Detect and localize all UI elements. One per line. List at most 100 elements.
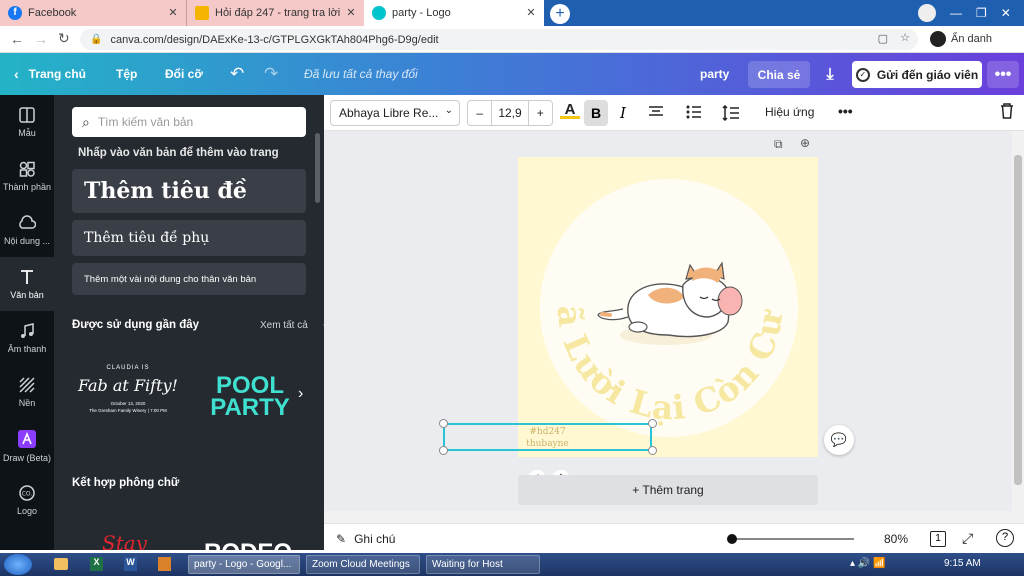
see-all-link[interactable]: Xem tất cả <box>260 320 308 331</box>
resize-handle[interactable] <box>439 446 448 455</box>
rail-item-text[interactable]: Văn bản <box>0 257 54 311</box>
rail-item-audio[interactable]: Âm thanh <box>0 311 54 365</box>
recent-text-fab-at-fifty[interactable]: CLAUDIA IS Fab at Fifty! October 13, 202… <box>72 357 184 437</box>
text-search-input[interactable]: ⌕ Tìm kiếm văn bản <box>72 107 306 137</box>
taskbar-item-zoom[interactable]: Zoom Cloud Meetings <box>306 555 420 574</box>
zoom-slider-thumb[interactable] <box>727 534 737 544</box>
chevron-down-icon: ⌄ <box>444 105 453 116</box>
tab-facebook[interactable]: f Facebook ✕ <box>0 0 186 26</box>
add-heading-button[interactable]: Thêm tiêu đề <box>72 169 306 213</box>
profile-icon[interactable] <box>918 4 936 22</box>
taskbar-item-chrome[interactable]: party - Logo - Googl... <box>188 555 300 574</box>
rail-item-background[interactable]: Nền <box>0 365 54 419</box>
more-options-icon[interactable]: ••• <box>838 103 853 119</box>
increase-size-button[interactable]: + <box>529 106 552 120</box>
redo-icon[interactable]: ↷ <box>264 53 278 95</box>
vertical-scrollbar[interactable] <box>1012 131 1024 523</box>
resize-handle[interactable] <box>439 419 448 428</box>
font-combo-stay[interactable]: Stay <box>102 531 147 550</box>
recent-text-pool-party[interactable]: POOL PARTY <box>194 374 306 421</box>
align-center-icon[interactable] <box>648 105 664 119</box>
comment-icon[interactable]: 💬 <box>824 425 854 455</box>
text-color-button[interactable]: A <box>560 101 580 125</box>
zoom-level[interactable]: 80% <box>884 532 908 546</box>
font-size-value[interactable]: 12,9 <box>491 101 529 125</box>
design-name[interactable]: party <box>700 53 729 95</box>
tab-hoidap247[interactable]: Hỏi đáp 247 - trang tra lời ✕ <box>186 0 364 26</box>
rail-item-logo[interactable]: CO. Logo <box>0 473 54 527</box>
panel-scrollbar[interactable] <box>315 133 320 203</box>
explorer-icon[interactable] <box>54 558 68 570</box>
download-icon[interactable]: ⤓ <box>815 61 845 88</box>
close-window-icon[interactable]: ✕ <box>1001 6 1011 20</box>
effects-button[interactable]: Hiệu ứng <box>765 105 814 119</box>
design-page[interactable]: Đã Lười Lại Còn Cười <box>518 157 818 457</box>
add-page-icon[interactable]: ⊕ <box>800 136 810 150</box>
close-icon[interactable]: ✕ <box>344 6 358 20</box>
list-icon[interactable] <box>686 105 702 119</box>
new-tab-button[interactable]: + <box>550 4 570 24</box>
font-family-select[interactable]: Abhaya Libre Re... ⌄ <box>330 100 460 126</box>
resize-handle[interactable] <box>648 419 657 428</box>
close-icon[interactable]: ✕ <box>166 6 180 20</box>
zoom-slider[interactable] <box>727 534 854 544</box>
word-icon[interactable]: W <box>124 557 137 571</box>
save-status: Đã lưu tất cả thay đổi <box>304 67 418 81</box>
italic-button[interactable]: I <box>612 100 634 126</box>
home-button[interactable]: ‹ Trang chủ <box>14 53 86 95</box>
reader-icon[interactable]: ▢ <box>878 32 888 45</box>
restore-icon[interactable]: ❐ <box>976 6 987 20</box>
horizontal-scrollbar[interactable] <box>324 511 1012 523</box>
clock[interactable]: 9:15 AM <box>944 558 981 569</box>
recent-2-line2: PARTY <box>210 394 290 421</box>
rail-item-uploads[interactable]: Nội dung ... <box>0 203 54 257</box>
url-field[interactable]: 🔒 canva.com/design/DAExKe-13-c/GTPLGXGkT… <box>80 29 918 50</box>
tray-icons[interactable]: ▴ 🔊 📶 <box>850 558 885 569</box>
start-button[interactable] <box>4 554 32 575</box>
close-icon[interactable]: ✕ <box>524 6 538 20</box>
duplicate-page-icon[interactable]: ⧉ <box>774 137 783 152</box>
back-icon[interactable]: ← <box>10 31 24 47</box>
trash-icon[interactable] <box>1000 103 1014 119</box>
hoidap-icon <box>195 6 209 20</box>
scroll-thumb[interactable] <box>1014 155 1022 485</box>
resize-handle[interactable] <box>648 446 657 455</box>
forward-icon[interactable]: → <box>34 31 48 47</box>
background-icon <box>19 376 35 393</box>
undo-icon[interactable]: ↶ <box>230 53 244 95</box>
file-menu[interactable]: Tệp <box>116 53 137 95</box>
incognito-badge[interactable]: Ẩn danh <box>930 31 992 47</box>
text-toolbar: Abhaya Libre Re... ⌄ – 12,9 + A B I Hiệu… <box>324 95 1024 131</box>
add-subheading-button[interactable]: Thêm tiêu đề phụ <box>72 220 306 256</box>
excel-icon[interactable]: X <box>90 557 103 571</box>
font-combo-rodeo[interactable]: RODEO <box>204 539 292 550</box>
taskbar-item-waiting[interactable]: Waiting for Host <box>426 555 540 574</box>
more-options-icon[interactable]: ••• <box>987 61 1019 88</box>
chevron-right-icon[interactable]: › <box>298 385 303 403</box>
help-icon[interactable]: ? <box>996 529 1014 547</box>
fullscreen-icon[interactable]: ⤢ <box>962 530 973 547</box>
rail-item-templates[interactable]: Mẫu <box>0 95 54 149</box>
spacing-icon[interactable] <box>722 105 740 121</box>
media-icon[interactable] <box>158 557 171 571</box>
decrease-size-button[interactable]: – <box>468 106 491 120</box>
bookmark-star-icon[interactable]: ☆ <box>900 31 910 44</box>
rail-item-elements[interactable]: Thành phần <box>0 149 54 203</box>
share-button[interactable]: Chia sẻ <box>748 61 810 88</box>
send-to-teacher-button[interactable]: ✓ Gửi đến giáo viên <box>852 61 982 88</box>
selected-text-box[interactable]: #hd247 thubayne <box>443 423 652 451</box>
reload-icon[interactable]: ↻ <box>58 30 70 47</box>
resize-menu[interactable]: Đổi cỡ <box>165 53 203 95</box>
rail-label: Văn bản <box>10 289 44 300</box>
template-icon <box>19 106 35 123</box>
tab-party-logo[interactable]: party - Logo ✕ <box>364 0 544 26</box>
minimize-icon[interactable]: — <box>950 6 962 20</box>
bold-button[interactable]: B <box>584 100 608 126</box>
page-count[interactable]: 1 <box>930 531 946 547</box>
add-page-button[interactable]: + Thêm trang <box>518 475 818 505</box>
rail-item-draw[interactable]: Draw (Beta) <box>0 419 54 473</box>
notes-button[interactable]: ✎ Ghi chú <box>336 532 395 546</box>
add-body-text-button[interactable]: Thêm một vài nội dung cho thân văn bản <box>72 263 306 295</box>
selected-text-line2: thubayne <box>526 439 569 449</box>
font-size-stepper[interactable]: – 12,9 + <box>467 100 553 126</box>
